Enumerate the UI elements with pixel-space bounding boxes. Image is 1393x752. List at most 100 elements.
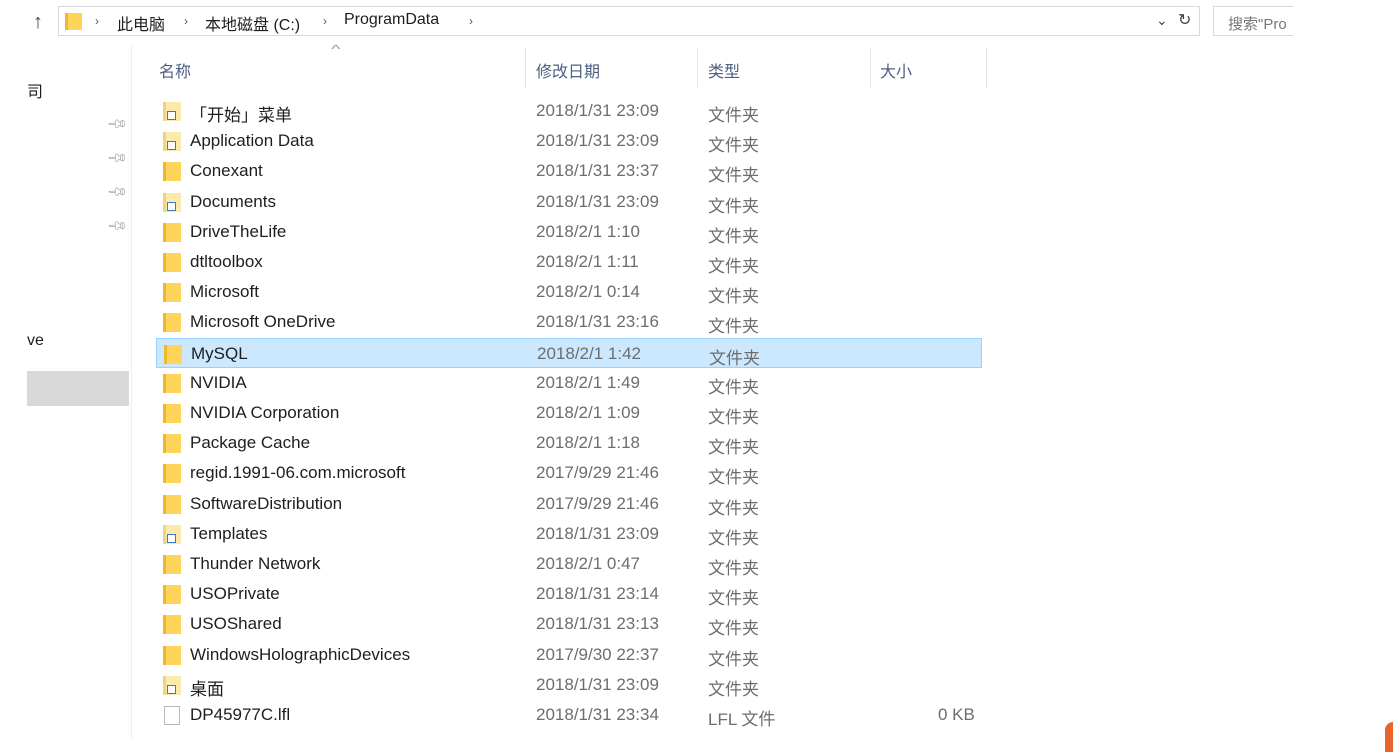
file-row[interactable]: 桌面 2018/1/31 23:09 文件夹 — [156, 670, 982, 700]
file-type: 文件夹 — [708, 226, 759, 246]
file-row[interactable]: MySQL 2018/2/1 1:42 文件夹 — [156, 337, 982, 368]
file-type: 文件夹 — [708, 287, 759, 307]
column-divider[interactable] — [986, 48, 987, 88]
folder-icon — [163, 162, 181, 182]
file-date: 2018/2/1 1:49 — [536, 372, 640, 392]
shortcut-folder-icon — [163, 102, 181, 121]
file-name: Microsoft OneDrive — [190, 312, 336, 332]
file-date: 2018/1/31 23:09 — [536, 131, 659, 151]
breadcrumb-separator: › — [469, 14, 473, 28]
file-row[interactable]: DriveTheLife 2018/2/1 1:10 文件夹 — [156, 217, 982, 247]
file-date: 2018/2/1 0:47 — [536, 554, 640, 573]
file-row[interactable]: WindowsHolographicDevices 2017/9/30 22:37… — [156, 640, 982, 670]
breadcrumb-this-pc[interactable]: 此电脑 — [117, 11, 165, 35]
file-name: Documents — [190, 191, 276, 211]
shortcut-folder-icon — [163, 524, 181, 544]
address-bar[interactable]: › 此电脑 › 本地磁盘 (C:) › ProgramData › ⌄ ↻ — [58, 6, 1200, 36]
column-header-date[interactable]: 修改日期 — [536, 58, 600, 82]
nav-item-fragment[interactable]: 司 — [27, 78, 43, 102]
folder-icon — [163, 283, 181, 303]
folder-icon — [163, 222, 181, 242]
folder-icon — [163, 615, 181, 635]
file-date: 2018/1/31 23:09 — [536, 191, 659, 211]
folder-icon — [163, 494, 181, 514]
search-placeholder: 搜索"Pro — [1228, 16, 1287, 33]
file-type: 文件夹 — [708, 619, 759, 639]
file-row[interactable]: SoftwareDistribution 2017/9/29 21:46 文件夹 — [156, 489, 982, 519]
file-date: 2018/1/31 23:14 — [536, 584, 659, 604]
file-type: 文件夹 — [708, 408, 759, 427]
pin-icon: 📌︎ — [106, 146, 129, 169]
file-row[interactable]: Documents 2018/1/31 23:09 文件夹 — [156, 187, 982, 217]
pane-divider — [131, 46, 132, 740]
file-name: WindowsHolographicDevices — [190, 644, 411, 664]
file-row[interactable]: Thunder Network 2018/2/1 0:47 文件夹 — [156, 549, 982, 579]
file-row[interactable]: DP45977C.lfl 2018/1/31 23:34 LFL 文件 0 KB — [156, 700, 982, 730]
corner-decoration — [1385, 722, 1393, 752]
search-input[interactable]: 搜索"Pro — [1213, 6, 1293, 36]
file-date: 2018/1/31 23:16 — [536, 312, 659, 332]
folder-icon — [163, 434, 181, 454]
shortcut-folder-icon — [163, 675, 181, 695]
file-type: LFL 文件 — [708, 710, 776, 729]
file-date: 2018/2/1 1:42 — [537, 343, 641, 363]
nav-item-fragment[interactable]: ve — [27, 332, 44, 350]
file-row[interactable]: Microsoft OneDrive 2018/1/31 23:16 文件夹 — [156, 307, 982, 337]
file-row[interactable]: 「开始」菜单 2018/1/31 23:09 文件夹 — [156, 96, 982, 126]
chevron-down-icon[interactable]: ⌄ — [1156, 12, 1168, 29]
file-type: 文件夹 — [708, 679, 759, 699]
shortcut-folder-icon — [163, 132, 181, 152]
file-row[interactable]: regid.1991-06.com.microsoft 2017/9/29 21:… — [156, 458, 982, 488]
file-date: 2018/2/1 1:09 — [536, 403, 640, 422]
file-date: 2017/9/29 21:46 — [536, 493, 659, 513]
column-divider[interactable] — [870, 48, 871, 88]
file-size: 0 KB — [938, 705, 975, 724]
file-date: 2018/1/31 23:34 — [536, 705, 659, 724]
file-type: 文件夹 — [708, 106, 759, 125]
folder-icon — [163, 645, 181, 665]
file-row[interactable]: dtltoolbox 2018/2/1 1:11 文件夹 — [156, 247, 982, 277]
file-row[interactable]: USOPrivate 2018/1/31 23:14 文件夹 — [156, 579, 982, 609]
file-name: dtltoolbox — [190, 252, 263, 271]
file-row[interactable]: USOShared 2018/1/31 23:13 文件夹 — [156, 609, 982, 639]
file-row[interactable]: Conexant 2018/1/31 23:37 文件夹 — [156, 156, 982, 186]
file-row[interactable]: Application Data 2018/1/31 23:09 文件夹 — [156, 126, 982, 156]
folder-icon — [163, 313, 181, 333]
breadcrumb-programdata[interactable]: ProgramData — [344, 11, 439, 29]
file-row[interactable]: Templates 2018/1/31 23:09 文件夹 — [156, 519, 982, 549]
up-arrow-icon[interactable]: ↑ — [26, 9, 50, 35]
folder-icon — [164, 344, 182, 364]
file-row[interactable]: Package Cache 2018/2/1 1:18 文件夹 — [156, 428, 982, 458]
file-type: 文件夹 — [708, 528, 759, 548]
file-name: USOShared — [190, 614, 282, 634]
column-header-name[interactable]: 名称 — [159, 58, 191, 82]
file-row[interactable]: NVIDIA 2018/2/1 1:49 文件夹 — [156, 368, 982, 398]
pin-icon: 📌︎ — [106, 112, 129, 135]
file-type: 文件夹 — [708, 317, 759, 337]
file-date: 2018/2/1 1:11 — [536, 252, 639, 271]
breadcrumb-separator: › — [323, 14, 327, 28]
file-date: 2018/2/1 1:10 — [536, 221, 640, 241]
file-row[interactable]: NVIDIA Corporation 2018/2/1 1:09 文件夹 — [156, 398, 982, 428]
refresh-icon[interactable]: ↻ — [1178, 10, 1191, 30]
file-name: 「开始」菜单 — [190, 106, 292, 125]
column-header-type[interactable]: 类型 — [708, 58, 740, 82]
breadcrumb-local-disk[interactable]: 本地磁盘 (C:) — [205, 11, 300, 35]
file-name: NVIDIA — [190, 372, 247, 392]
file-date: 2018/1/31 23:09 — [536, 101, 659, 120]
column-divider[interactable] — [525, 48, 526, 88]
folder-icon — [163, 404, 181, 423]
nav-item-selected[interactable] — [27, 371, 129, 406]
pin-icon: 📌︎ — [106, 180, 129, 203]
folder-icon — [163, 253, 181, 272]
file-type: 文件夹 — [708, 438, 759, 458]
file-name: DriveTheLife — [190, 221, 287, 241]
file-date: 2018/1/31 23:37 — [536, 161, 659, 181]
file-name: Conexant — [190, 161, 263, 181]
file-date: 2018/1/31 23:13 — [536, 614, 659, 634]
column-header-size[interactable]: 大小 — [880, 58, 912, 82]
file-row[interactable]: Microsoft 2018/2/1 0:14 文件夹 — [156, 277, 982, 307]
sort-ascending-icon: ^ — [331, 42, 341, 56]
file-type: 文件夹 — [708, 498, 759, 518]
column-divider[interactable] — [697, 48, 698, 88]
